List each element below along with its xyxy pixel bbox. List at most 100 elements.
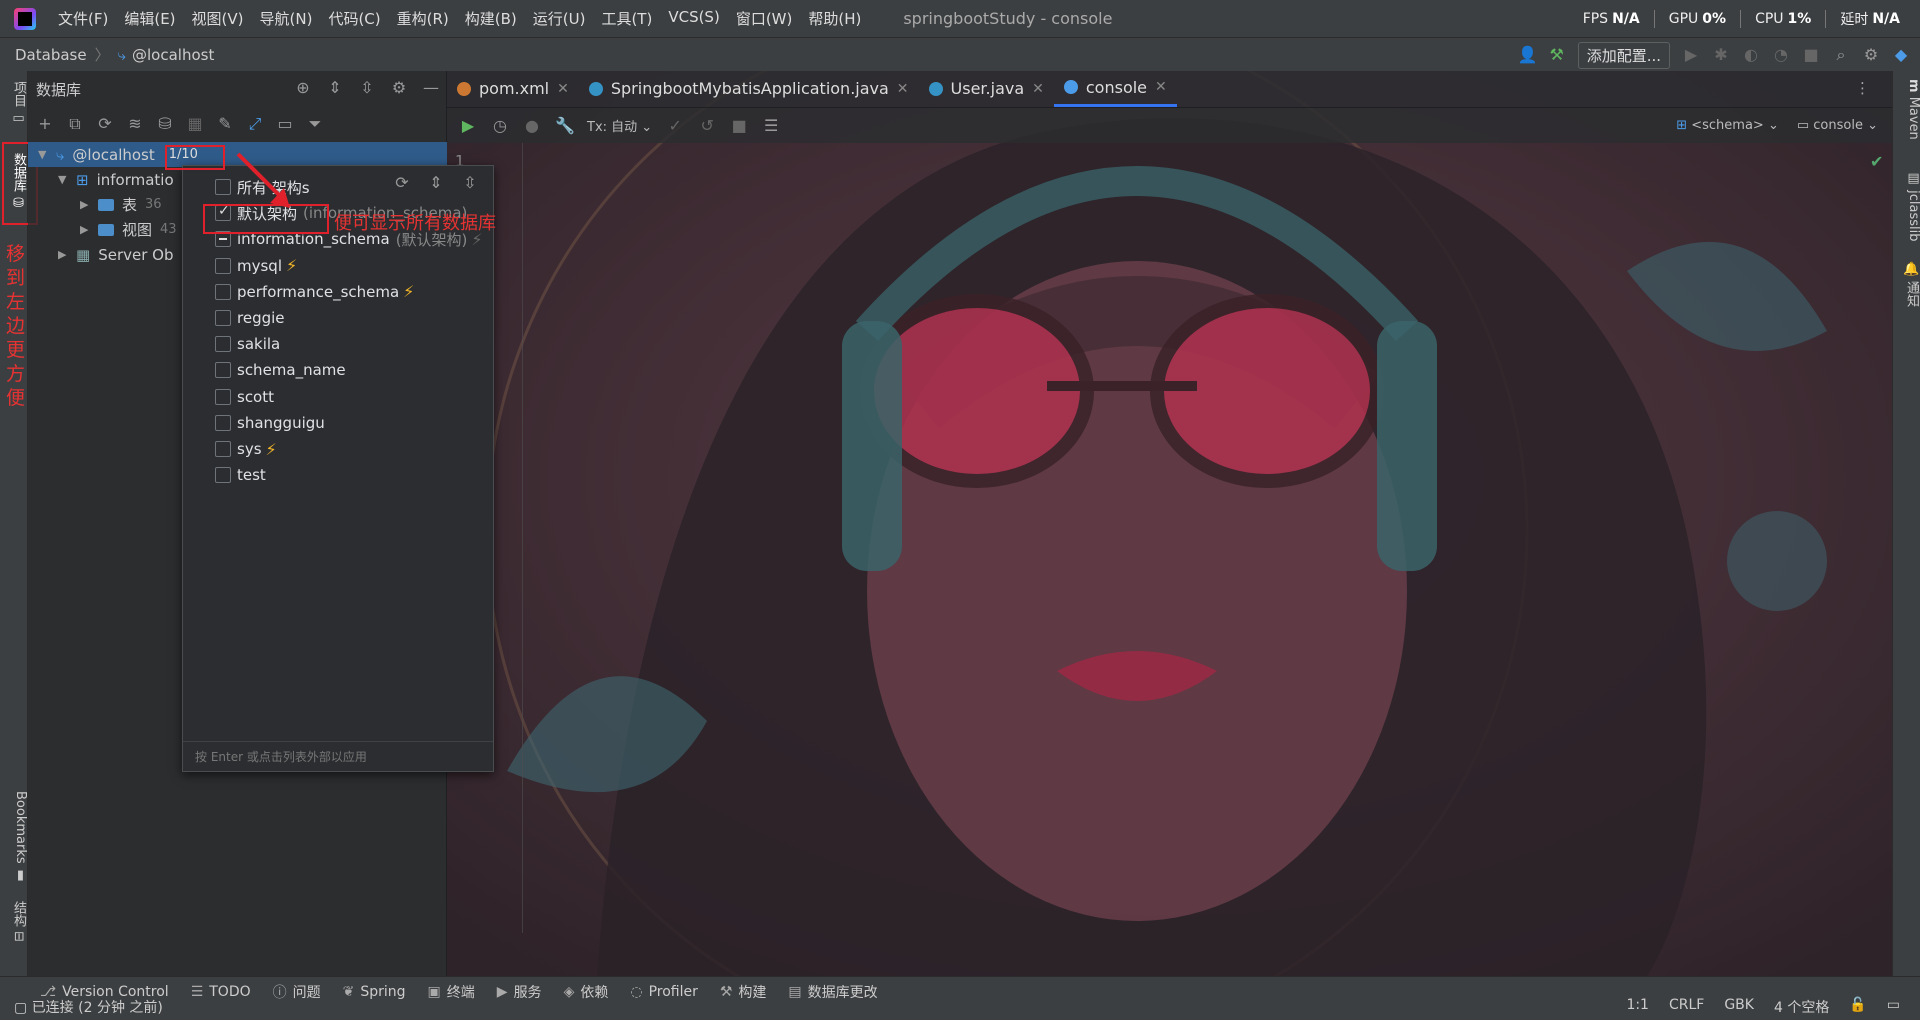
filter-icon[interactable]: ⏷ <box>306 115 324 133</box>
stop-icon[interactable]: ■ <box>1802 46 1820 64</box>
build-hammer-icon[interactable]: ⚒ <box>1548 46 1566 64</box>
editor-tab[interactable]: console ✕ <box>1053 70 1177 107</box>
collapse-all-icon[interactable]: ⇳ <box>461 174 479 192</box>
close-icon[interactable]: ✕ <box>897 81 909 97</box>
checkbox[interactable] <box>215 336 231 353</box>
search-icon[interactable]: ⌕ <box>1832 46 1850 64</box>
menu-item[interactable]: 视图(V) <box>184 8 252 29</box>
file-encoding[interactable]: GBK <box>1724 997 1754 1017</box>
settings-gear-icon[interactable]: ⚙ <box>1862 46 1880 64</box>
checkbox[interactable] <box>215 467 231 484</box>
intellij-logo-icon[interactable] <box>14 7 36 30</box>
bookmarks-tool-button[interactable]: Bookmarks ▮ <box>0 791 28 883</box>
schema-option[interactable]: test <box>215 463 266 487</box>
menu-item[interactable]: 构建(B) <box>457 8 525 29</box>
record-icon[interactable]: ● <box>523 116 541 135</box>
close-icon[interactable]: ✕ <box>1155 79 1167 95</box>
menu-item[interactable]: 运行(U) <box>525 8 594 29</box>
edit-icon[interactable]: ✎ <box>216 115 234 133</box>
refresh-icon[interactable]: ⟳ <box>393 174 411 192</box>
tool-window-button[interactable]: ☰ TODO <box>191 984 251 1000</box>
tx-mode-dropdown[interactable]: Tx: 自动 ⌄ <box>587 116 652 135</box>
editor-area[interactable] <box>447 71 1892 976</box>
menu-item[interactable]: 重构(R) <box>389 8 457 29</box>
debug-icon[interactable]: ✱ <box>1712 46 1730 64</box>
run-icon[interactable]: ▶ <box>1682 46 1700 64</box>
checkbox[interactable] <box>215 388 231 405</box>
structure-tool-button[interactable]: 结构 ⊟ <box>0 901 28 942</box>
table-layout-icon[interactable]: ☰ <box>762 116 780 135</box>
history-icon[interactable]: ◷ <box>491 116 509 135</box>
close-icon[interactable]: ✕ <box>1032 81 1044 97</box>
maven-tool-button[interactable]: m Maven <box>1893 79 1920 140</box>
menu-item[interactable]: VCS(S) <box>660 8 727 29</box>
schema-option[interactable]: schema_name <box>215 358 346 382</box>
menu-item[interactable]: 帮助(H) <box>800 8 869 29</box>
toolbox-icon[interactable]: ◆ <box>1892 46 1910 64</box>
schema-option[interactable]: sakila <box>215 332 280 356</box>
notifications-tool-button[interactable]: 🔔 通知 <box>1893 261 1920 307</box>
checkbox[interactable] <box>215 179 231 195</box>
console-dropdown[interactable]: ▭ console ⌄ <box>1797 118 1878 133</box>
menu-item[interactable]: 代码(C) <box>320 8 388 29</box>
disconnect-icon[interactable]: ⛁ <box>156 115 174 133</box>
schema-option[interactable]: scott <box>215 385 274 409</box>
cursor-position[interactable]: 1:1 <box>1626 997 1649 1017</box>
tree-row-server-objects[interactable]: ▶ ▦ Server Ob <box>58 242 173 267</box>
connection-status[interactable]: ▢ 已连接 (2 分钟 之前) <box>14 997 163 1017</box>
checkbox[interactable] <box>215 414 231 431</box>
menu-item[interactable]: 导航(N) <box>252 8 321 29</box>
profile-icon[interactable]: ◔ <box>1772 46 1790 64</box>
lock-icon[interactable]: 🔓 <box>1849 997 1866 1017</box>
line-separator[interactable]: CRLF <box>1669 997 1704 1017</box>
project-tool-button[interactable]: 项目 ▭ <box>0 81 28 126</box>
schema-option[interactable]: mysql ⚡ <box>215 254 297 278</box>
rollback-icon[interactable]: ↺ <box>698 116 716 135</box>
expand-all-icon[interactable]: ⇕ <box>326 79 344 97</box>
menu-item[interactable]: 编辑(E) <box>116 8 183 29</box>
tool-window-button[interactable]: ⓘ 问题 <box>273 982 321 1002</box>
table-icon[interactable]: ▦ <box>186 115 204 133</box>
coverage-icon[interactable]: ◐ <box>1742 46 1760 64</box>
menu-item[interactable]: 窗口(W) <box>728 8 801 29</box>
schema-option[interactable]: reggie <box>215 306 285 330</box>
indent-setting[interactable]: 4 个空格 <box>1774 997 1829 1017</box>
checkbox[interactable] <box>215 310 231 326</box>
memory-icon[interactable]: ▭ <box>1887 997 1900 1017</box>
tree-row-schema[interactable]: ▼ ⊞ informatio <box>58 167 174 192</box>
expand-all-icon[interactable]: ⇕ <box>427 174 445 192</box>
jump-icon[interactable]: ⤢ <box>246 115 264 133</box>
close-icon[interactable]: ✕ <box>557 81 569 97</box>
jclasslib-tool-button[interactable]: ▤ jclasslib <box>1893 171 1920 242</box>
cancel-query-icon[interactable]: ■ <box>730 116 748 135</box>
tool-window-button[interactable]: ◌ Profiler <box>630 984 698 1000</box>
locate-icon[interactable]: ⊕ <box>294 79 312 97</box>
tree-row-tables[interactable]: ▶ 表 36 <box>80 192 162 217</box>
tree-row-views[interactable]: ▶ 视图 43 <box>80 217 177 242</box>
user-icon[interactable]: 👤 <box>1518 46 1538 64</box>
breadcrumb-database[interactable]: Database <box>15 46 87 64</box>
breadcrumb-localhost[interactable]: @localhost <box>132 46 214 64</box>
collapse-all-icon[interactable]: ⇳ <box>358 79 376 97</box>
schema-option[interactable]: shangguigu <box>215 411 325 435</box>
schema-dropdown[interactable]: ⊞ <schema> ⌄ <box>1676 118 1779 133</box>
checkbox[interactable] <box>215 441 231 457</box>
editor-tab[interactable]: pom.xml ✕ <box>447 70 579 107</box>
more-tabs-icon[interactable]: ⋮ <box>1855 79 1870 97</box>
wrench-icon[interactable]: 🔧 <box>555 116 575 135</box>
query-console-icon[interactable]: ▭ <box>276 115 294 133</box>
copy-icon[interactable]: ⧉ <box>66 115 84 133</box>
checkbox[interactable] <box>215 362 231 379</box>
commit-icon[interactable]: ✓ <box>666 116 684 135</box>
tool-window-button[interactable]: ❦ Spring <box>343 984 406 1000</box>
tool-window-button[interactable]: ▣ 终端 <box>428 982 475 1002</box>
tool-window-button[interactable]: ▶ 服务 <box>497 982 542 1002</box>
execute-icon[interactable]: ▶ <box>459 116 477 135</box>
schema-filter-icon[interactable]: ≋ <box>126 115 144 133</box>
settings-gear-icon[interactable]: ⚙ <box>390 79 408 97</box>
add-configuration-button[interactable]: 添加配置... <box>1577 41 1670 69</box>
minimize-icon[interactable]: — <box>422 79 440 97</box>
checkbox[interactable] <box>215 283 231 300</box>
editor-tab[interactable]: SpringbootMybatisApplication.java ✕ <box>579 70 919 107</box>
menu-item[interactable]: 工具(T) <box>593 8 660 29</box>
